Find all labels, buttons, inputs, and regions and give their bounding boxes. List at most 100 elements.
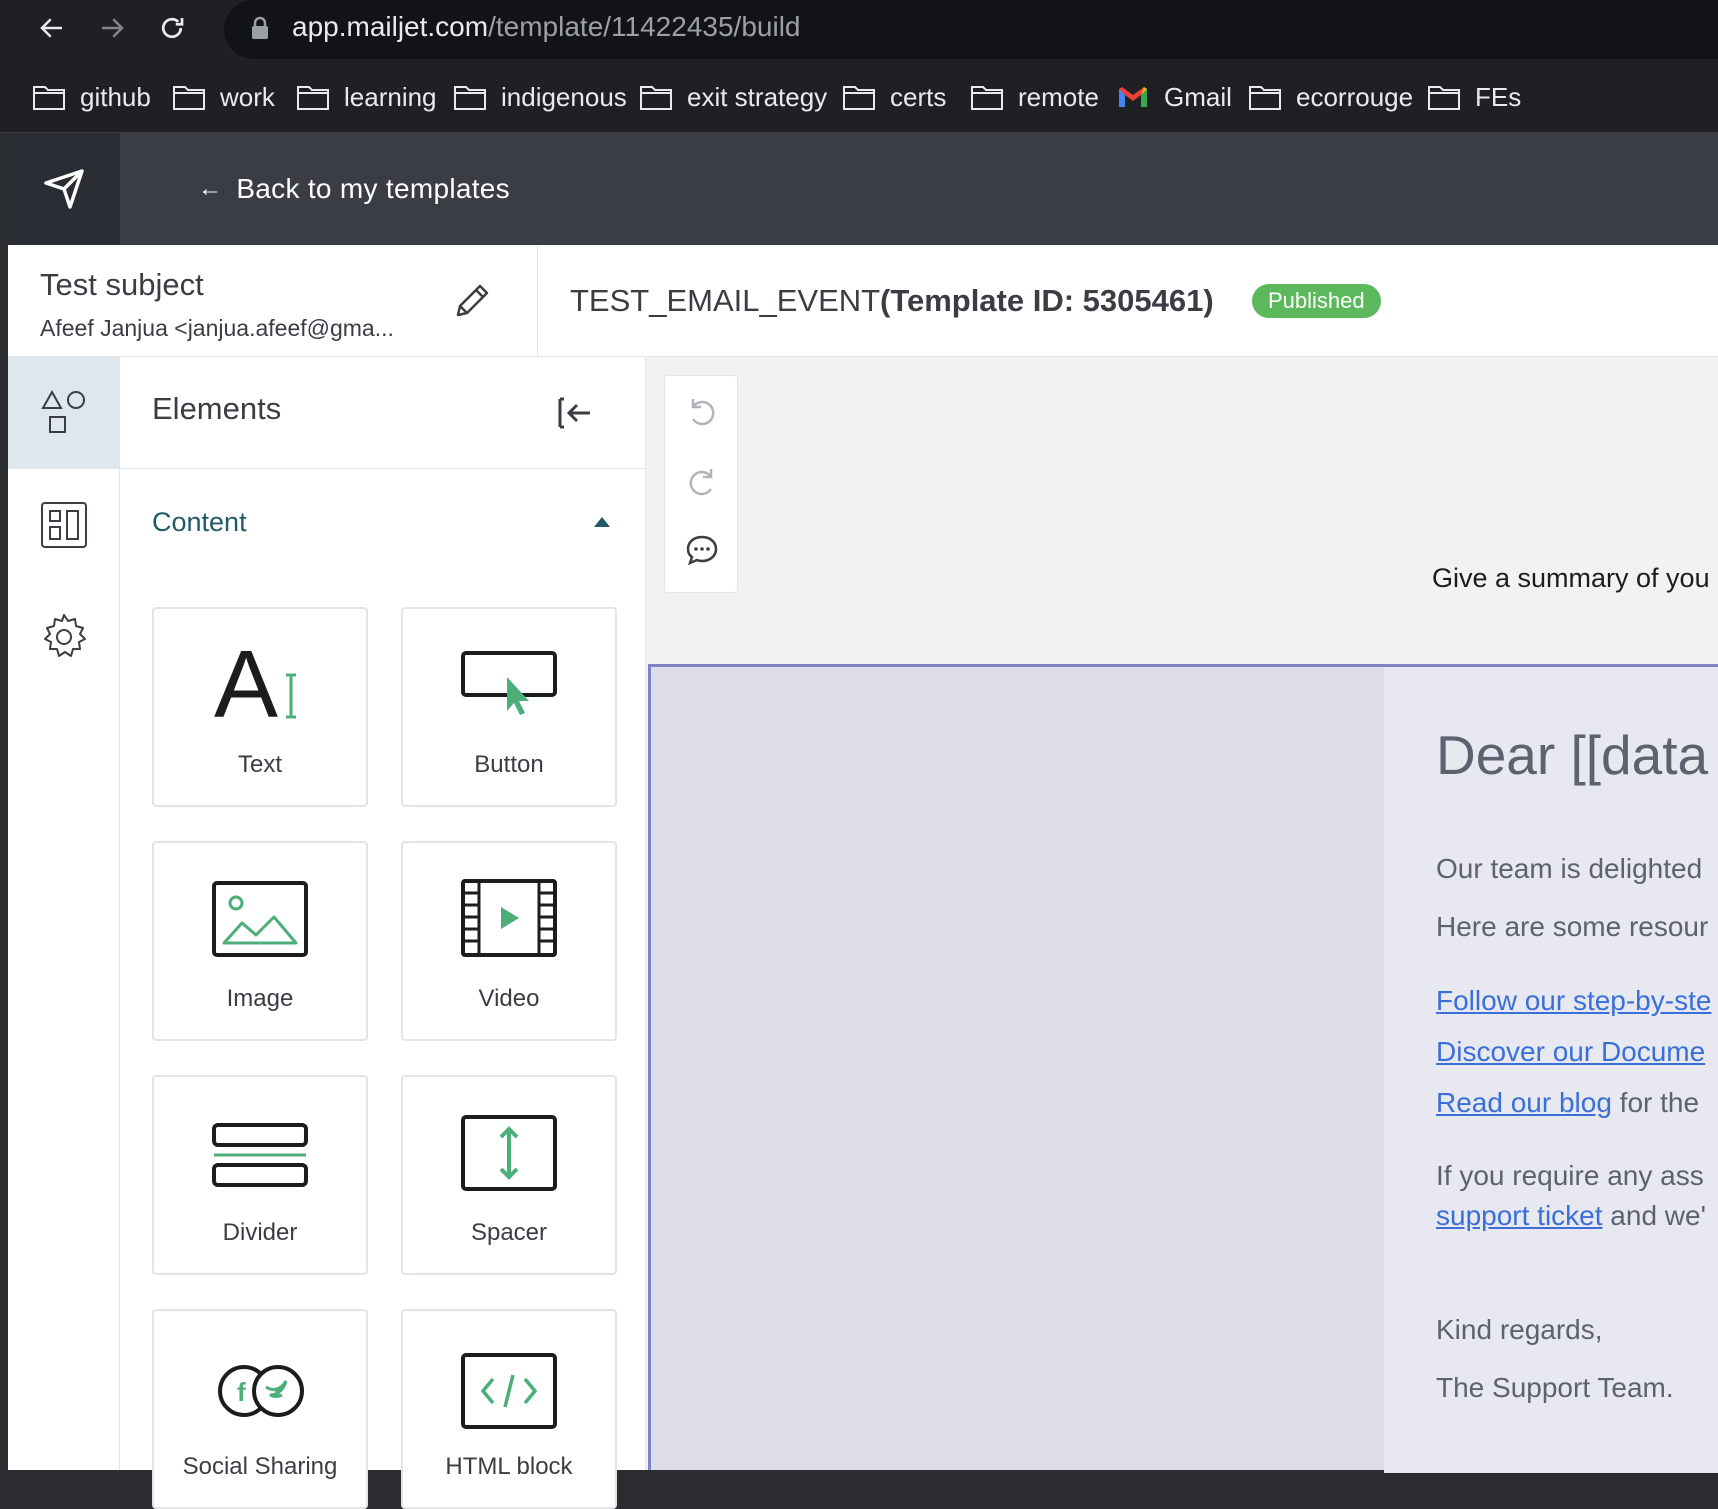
email-link-item: Read our blog for the	[1436, 1087, 1699, 1119]
panel-title: Elements	[152, 391, 282, 426]
image-icon	[212, 881, 308, 957]
gmail-icon	[1119, 87, 1147, 107]
tile-label: Social Sharing	[182, 1453, 338, 1480]
email-canvas[interactable]: Give a summary of you Dear [[data Our te…	[646, 357, 1718, 1473]
rail-layout[interactable]	[8, 469, 120, 581]
status-badge: Published	[1252, 284, 1381, 318]
tile-label: Button	[474, 751, 544, 778]
tile-label: Spacer	[470, 1219, 548, 1246]
element-tile-spacer[interactable]: Spacer	[401, 1075, 617, 1275]
bookmark-label: Gmail	[1164, 81, 1232, 112]
browser-chrome: app.mailjet.com/template/11422435/build …	[0, 0, 1718, 133]
folder-icon	[33, 86, 65, 110]
bookmark-work[interactable]: work	[172, 72, 275, 122]
comments-button[interactable]	[680, 528, 724, 572]
selected-section[interactable]: Dear [[data Our team is delighted Here a…	[648, 664, 1718, 1473]
element-tile-divider[interactable]: Divider	[152, 1075, 368, 1275]
rail-elements[interactable]	[8, 357, 120, 469]
email-paragraph[interactable]: Here are some resour	[1436, 911, 1708, 943]
caret-up-icon	[594, 517, 610, 527]
email-greeting[interactable]: Dear [[data	[1436, 723, 1708, 787]
bookmark-remote[interactable]: remote	[970, 72, 1099, 122]
bookmark-gmail[interactable]: Gmail	[1116, 72, 1232, 122]
back-arrow-icon: ←	[198, 175, 223, 202]
content-section-label: Content	[152, 507, 247, 537]
svg-text:A: A	[214, 633, 278, 733]
text-icon: A	[214, 633, 296, 733]
link-suffix: for the	[1611, 1087, 1700, 1118]
folder-icon	[1428, 86, 1460, 110]
bookmark-github[interactable]: github	[32, 72, 151, 122]
tile-label: Image	[226, 985, 294, 1012]
support-ticket-link[interactable]: support ticket	[1436, 1200, 1603, 1231]
url-host: app.mailjet.com	[292, 11, 489, 42]
reload-icon[interactable]	[150, 6, 194, 50]
folder-icon	[1249, 86, 1281, 110]
template-id: (Template ID: 5305461)	[880, 283, 1214, 318]
back-to-templates-link[interactable]: ← Back to my templates	[198, 133, 510, 245]
forward-arrow-icon[interactable]	[90, 6, 134, 50]
bookmark-label: learning	[344, 81, 437, 112]
bookmark-label: FEs	[1475, 81, 1522, 112]
email-paragraph[interactable]: If you require any ass	[1436, 1160, 1704, 1192]
folder-icon	[640, 86, 672, 110]
bookmark-indigenous[interactable]: indigenous	[453, 72, 627, 122]
social-sharing-icon: f	[218, 1365, 304, 1417]
step-by-step-link[interactable]: Follow our step-by-ste	[1436, 985, 1711, 1016]
content-section-header[interactable]: Content	[152, 507, 612, 547]
bookmark-label: certs	[890, 81, 947, 112]
bookmark-learning[interactable]: learning	[296, 72, 437, 122]
tile-label: Video	[478, 985, 540, 1012]
email-paragraph[interactable]: Our team is delighted	[1436, 853, 1702, 885]
url-path: /template/11422435/build	[488, 11, 801, 42]
lock-icon	[252, 16, 268, 39]
email-body-column[interactable]: Dear [[data Our team is delighted Here a…	[1384, 667, 1718, 1473]
collapse-panel-icon[interactable]	[552, 391, 596, 435]
bookmark-label: remote	[1018, 81, 1099, 112]
tile-label: Text	[237, 751, 282, 778]
logo[interactable]	[8, 133, 120, 245]
email-closing[interactable]: Kind regards,	[1436, 1314, 1603, 1346]
button-icon	[461, 651, 557, 715]
element-tile-video[interactable]: Video	[401, 841, 617, 1041]
bookmark-ecorrouge[interactable]: ecorrouge	[1248, 72, 1413, 122]
bookmark-fes[interactable]: FEs	[1427, 72, 1521, 122]
element-tile-text[interactable]: A Text	[152, 607, 368, 807]
bookmark-exit-strategy[interactable]: exit strategy	[639, 72, 827, 122]
element-tile-button[interactable]: Button	[401, 607, 617, 807]
folder-icon	[843, 86, 875, 110]
subject-panel[interactable]: Test subject Afeef Janjua <janjua.afeef@…	[8, 245, 538, 357]
blog-link[interactable]: Read our blog	[1436, 1087, 1612, 1118]
redo-button[interactable]	[680, 460, 724, 504]
template-name: TEST_EMAIL_EVENT	[570, 283, 881, 318]
element-tile-html-block[interactable]: HTML block	[401, 1309, 617, 1509]
gear-icon	[44, 614, 86, 657]
folder-icon	[454, 86, 486, 110]
folder-icon	[297, 86, 329, 110]
undo-button[interactable]	[680, 390, 724, 434]
bookmark-label: ecorrouge	[1296, 81, 1414, 112]
divider-icon	[212, 1123, 308, 1187]
email-link-item: Follow our step-by-ste	[1436, 985, 1711, 1017]
email-link-item: support ticket and we'	[1436, 1200, 1706, 1232]
comment-icon	[686, 535, 718, 566]
redo-icon	[689, 469, 713, 496]
bookmarks-bar: github work learning indigenous exit str…	[0, 72, 1718, 122]
shapes-icon	[41, 389, 85, 433]
element-tile-social-sharing[interactable]: f Social Sharing	[152, 1309, 368, 1509]
bookmark-label: exit strategy	[687, 81, 828, 112]
folder-icon	[971, 86, 1003, 110]
left-rail	[8, 357, 120, 1470]
preheader-summary[interactable]: Give a summary of you	[1432, 563, 1710, 594]
elements-panel: Elements Content A Text Button Image Vid…	[120, 357, 646, 1509]
email-link-item: Discover our Docume	[1436, 1036, 1705, 1068]
url-text[interactable]: app.mailjet.com/template/11422435/build	[292, 11, 800, 43]
bookmark-label: work	[220, 81, 275, 112]
element-tile-image[interactable]: Image	[152, 841, 368, 1041]
back-arrow-icon[interactable]	[30, 6, 74, 50]
documentation-link[interactable]: Discover our Docume	[1436, 1036, 1705, 1067]
email-signature[interactable]: The Support Team.	[1436, 1372, 1674, 1404]
pencil-icon[interactable]	[450, 279, 494, 323]
bookmark-certs[interactable]: certs	[842, 72, 946, 122]
rail-settings[interactable]	[8, 581, 120, 693]
